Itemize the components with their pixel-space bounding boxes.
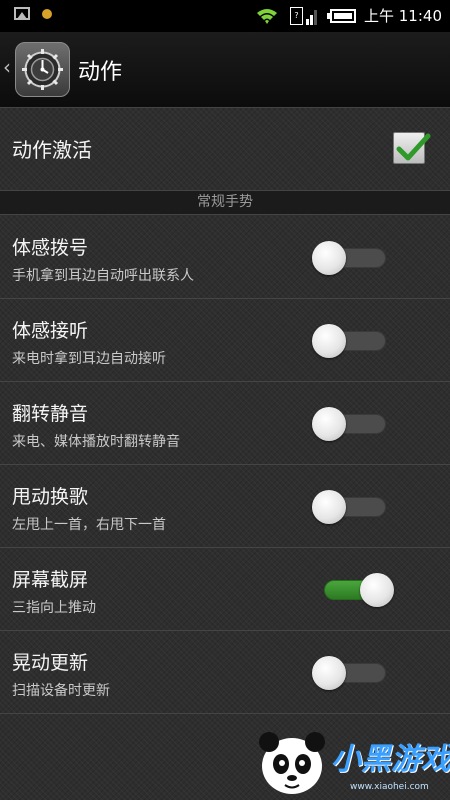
status-left xyxy=(14,7,52,20)
setting-title: 甩动换歌 xyxy=(12,486,89,508)
setting-row-flip-mute[interactable]: 翻转静音 来电、媒体播放时翻转静音 xyxy=(0,382,450,465)
panda-mascot-icon xyxy=(259,732,325,794)
setting-subtitle: 扫描设备时更新 xyxy=(12,683,110,699)
setting-subtitle: 三指向上推动 xyxy=(12,600,96,616)
setting-title: 翻转静音 xyxy=(12,403,89,425)
notification-dot-icon xyxy=(42,8,52,19)
wifi-icon xyxy=(257,8,277,24)
setting-row-screenshot[interactable]: 屏幕截屏 三指向上推动 xyxy=(0,548,450,631)
setting-title: 体感拨号 xyxy=(12,237,89,259)
toggle-knob xyxy=(312,656,346,690)
toggle-knob xyxy=(360,573,394,607)
setting-row-motion-dial[interactable]: 体感拨号 手机拿到耳边自动呼出联系人 xyxy=(0,216,450,299)
toggle-knob xyxy=(312,407,346,441)
flip-mute-toggle[interactable] xyxy=(312,407,386,441)
master-activation-row[interactable]: 动作激活 xyxy=(0,108,450,190)
setting-row-motion-answer[interactable]: 体感接听 来电时拿到耳边自动接听 xyxy=(0,299,450,382)
master-activation-label: 动作激活 xyxy=(12,138,92,162)
setting-title: 晃动更新 xyxy=(12,652,89,674)
shake-update-toggle[interactable] xyxy=(312,656,386,690)
motion-dial-toggle[interactable] xyxy=(312,241,386,275)
status-bar: ? 上午 11:40 xyxy=(0,0,450,32)
setting-subtitle: 左甩上一首，右甩下一首 xyxy=(12,517,166,533)
swing-song-toggle[interactable] xyxy=(312,490,386,524)
toggle-knob xyxy=(312,324,346,358)
setting-row-swing-song[interactable]: 甩动换歌 左甩上一首，右甩下一首 xyxy=(0,465,450,548)
watermark-url: www.xiaohei.com xyxy=(350,782,429,792)
status-right: ? 上午 11:40 xyxy=(256,5,442,26)
screenshot-toggle[interactable] xyxy=(318,573,394,607)
setting-title: 体感接听 xyxy=(12,320,89,342)
watermark-text: 小黑游戏 xyxy=(331,742,450,777)
checkmark-icon xyxy=(396,133,431,161)
master-activation-checkbox[interactable] xyxy=(393,132,431,164)
page-title: 动作 xyxy=(78,60,123,85)
section-header: 常规手势 xyxy=(0,190,450,215)
chevron-left-icon[interactable]: ‹ xyxy=(3,57,11,77)
setting-row-shake-update[interactable]: 晃动更新 扫描设备时更新 xyxy=(0,631,450,714)
status-time: 上午 11:40 xyxy=(364,7,442,25)
battery-icon xyxy=(327,8,356,23)
toggle-knob xyxy=(312,241,346,275)
setting-subtitle: 来电时拿到耳边自动接听 xyxy=(12,351,166,367)
sim-icon: ? xyxy=(290,6,303,25)
signal-icon xyxy=(306,9,317,25)
watermark: 小黑游戏 www.xiaohei.com xyxy=(255,722,450,800)
toggle-knob xyxy=(312,490,346,524)
settings-gear-icon[interactable] xyxy=(15,42,70,97)
setting-subtitle: 手机拿到耳边自动呼出联系人 xyxy=(12,268,194,284)
setting-subtitle: 来电、媒体播放时翻转静音 xyxy=(12,434,180,450)
action-bar: ‹ 动作 xyxy=(0,32,450,108)
setting-title: 屏幕截屏 xyxy=(12,569,89,591)
motion-answer-toggle[interactable] xyxy=(312,324,386,358)
image-icon xyxy=(14,7,30,20)
